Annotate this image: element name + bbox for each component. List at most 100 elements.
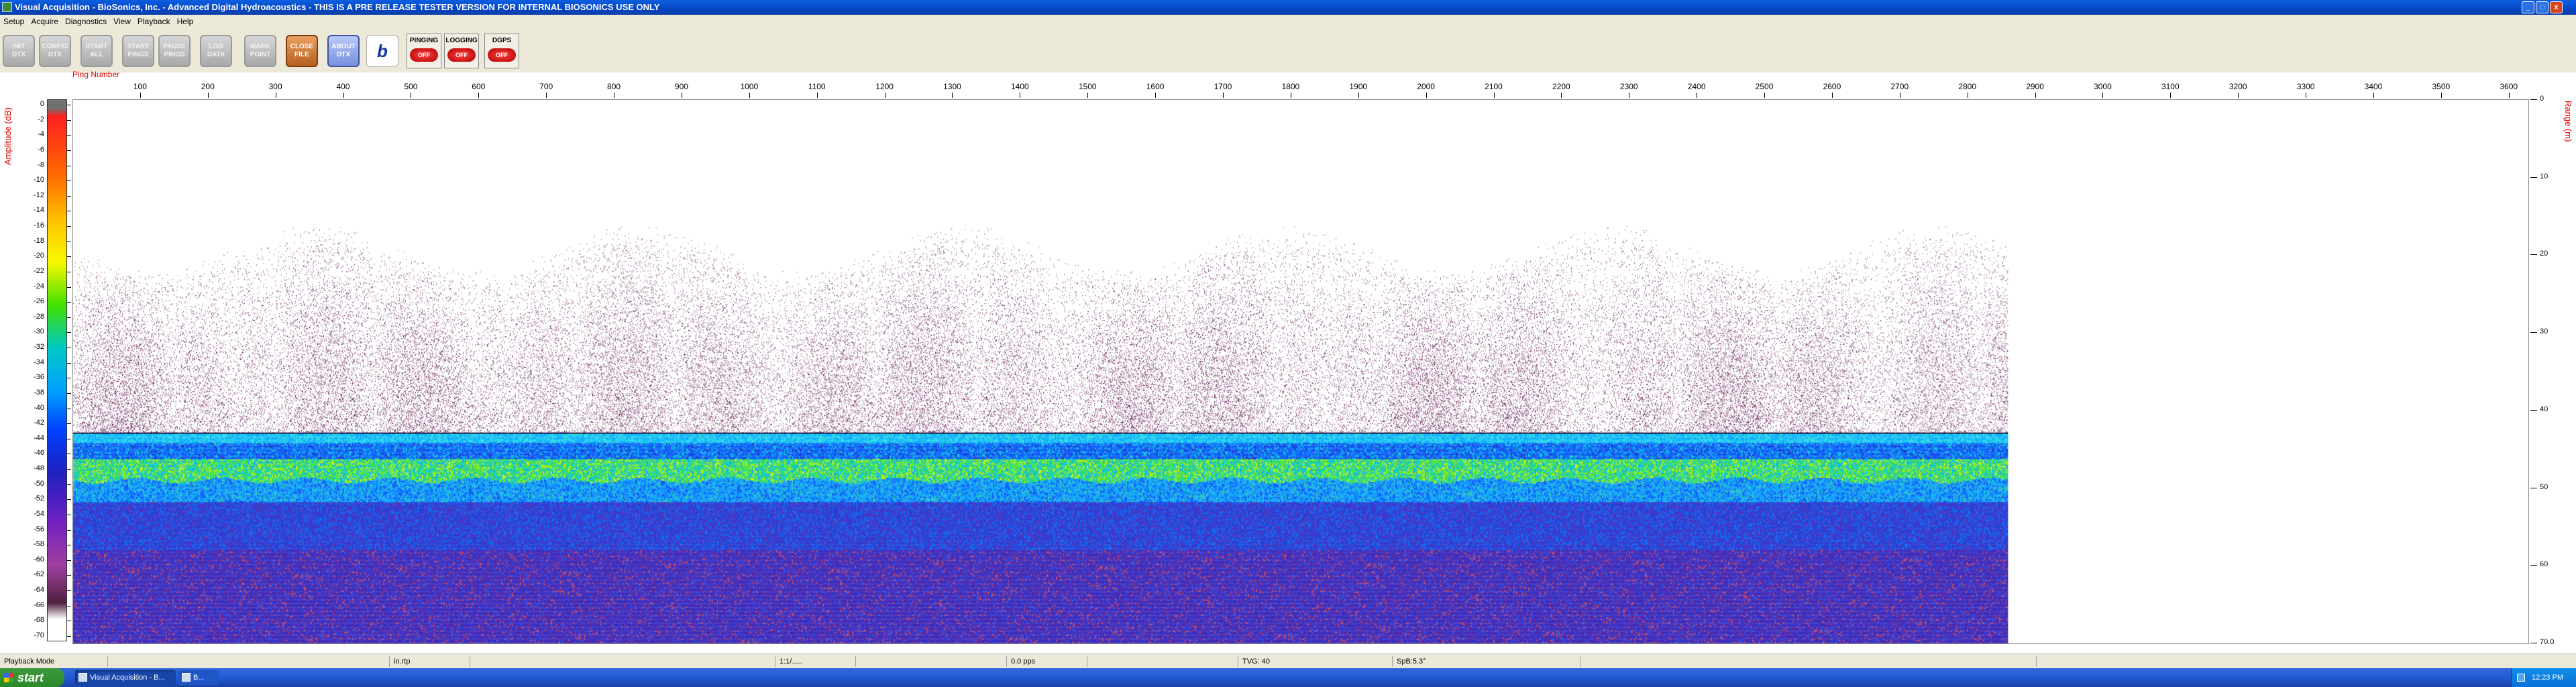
start-label: start [17, 671, 44, 684]
colorbar-tick-label: -62 [34, 570, 44, 579]
status-panel-6 [855, 656, 1006, 667]
x-tick-label: 3000 [2094, 82, 2112, 91]
range-tick-label: 10 [2540, 172, 2548, 180]
status-panel-8 [1087, 656, 1238, 667]
x-tick-mark [2102, 93, 2104, 98]
x-tick-label: 3600 [2500, 82, 2518, 91]
minimize-button[interactable]: _ [2522, 1, 2534, 13]
taskbar: start Visual Acquisition - B... B... 12:… [0, 668, 2576, 687]
status-spb: SpB:5.3° [1392, 656, 1580, 667]
logging-indicator: LOGGING OFF [444, 34, 479, 68]
range-tick-mark [2530, 99, 2537, 100]
colorbar-tick-mark [67, 484, 71, 485]
menu-help[interactable]: Help [174, 15, 197, 28]
maximize-button[interactable]: □ [2536, 1, 2548, 13]
x-tick-mark [207, 93, 209, 98]
menu-diagnostics[interactable]: Diagnostics [62, 15, 110, 28]
system-tray: 12:23 PM [2511, 668, 2576, 687]
range-tick-label: 60 [2540, 560, 2548, 569]
log-data-button[interactable]: LOG DATA [200, 35, 232, 67]
start-button[interactable]: start [0, 668, 64, 687]
colorbar-tick-mark [67, 317, 71, 318]
menu-view[interactable]: View [110, 15, 134, 28]
colorbar-tick-label: -46 [34, 449, 44, 458]
colorbar-tick-label: -26 [34, 297, 44, 306]
colorbar-tick-mark [67, 560, 71, 561]
task-label: Visual Acquisition - B... [90, 674, 165, 682]
x-tick-mark [1222, 93, 1224, 98]
menu-bar: Setup Acquire Diagnostics View Playback Help [0, 15, 2576, 28]
colorbar-tick-mark [67, 180, 71, 182]
title-bar[interactable]: Visual Acquisition - BioSonics, Inc. - A… [0, 0, 2576, 15]
clock: 12:23 PM [2532, 674, 2564, 682]
mark-point-button[interactable]: MARK POINT [244, 35, 276, 67]
x-tick-label: 900 [674, 82, 688, 91]
colorbar-tick-label: -44 [34, 433, 44, 442]
colorbar-tick-label: -42 [34, 419, 44, 427]
close-file-button[interactable]: CLOSE FILE [286, 35, 318, 67]
colorbar-tick-label: -52 [34, 494, 44, 503]
pause-pings-button[interactable]: PAUSE PINGS [158, 35, 191, 67]
echogram[interactable] [72, 99, 2529, 644]
x-tick-label: 100 [133, 82, 147, 91]
x-tick-mark [546, 93, 547, 98]
x-tick-label: 1900 [1349, 82, 1368, 91]
x-tick-label: 1000 [740, 82, 759, 91]
colorbar-tick-label: -32 [34, 343, 44, 352]
start-all-button[interactable]: START ALL [80, 35, 113, 67]
x-tick-label: 300 [268, 82, 282, 91]
range-tick-label: 40 [2540, 405, 2548, 413]
x-tick-mark [2440, 93, 2442, 98]
x-tick-label: 700 [539, 82, 553, 91]
task-second[interactable]: B... [178, 670, 219, 685]
windows-flag-icon [4, 673, 13, 682]
x-tick-label: 2800 [1958, 82, 1977, 91]
x-tick-label: 2000 [1417, 82, 1435, 91]
menu-setup[interactable]: Setup [0, 15, 28, 28]
x-tick-mark [343, 93, 344, 98]
x-tick-label: 2600 [1823, 82, 1841, 91]
menu-acquire[interactable]: Acquire [28, 15, 62, 28]
status-tvg: TVG: 40 [1238, 656, 1392, 667]
x-tick-mark [1358, 93, 1359, 98]
x-tick-mark [478, 93, 480, 98]
dgps-state: OFF [488, 48, 516, 62]
x-tick-mark [1831, 93, 1833, 98]
x-tick-mark [2238, 93, 2239, 98]
about-dtx-button[interactable]: ABOUT DTX [327, 35, 360, 67]
init-dtx-button[interactable]: INIT DTX [3, 35, 35, 67]
colorbar-tick-mark [67, 195, 71, 197]
x-tick-label: 600 [472, 82, 486, 91]
start-pings-button[interactable]: START PINGS [122, 35, 154, 67]
x-tick-mark [2373, 93, 2374, 98]
status-panel-11 [1580, 656, 2036, 667]
config-dtx-button[interactable]: CONFIG DTX [39, 35, 71, 67]
x-tick-label: 1100 [808, 82, 826, 91]
x-tick-mark [2508, 93, 2510, 98]
status-file: in.rtp [389, 656, 470, 667]
colorbar-tick-mark [67, 286, 71, 288]
x-tick-label: 800 [607, 82, 621, 91]
x-tick-label: 2700 [1890, 82, 1909, 91]
biosonics-logo-icon: b [366, 35, 398, 67]
colorbar-tick-mark [67, 256, 71, 258]
status-panel-4 [470, 656, 775, 667]
x-tick-label: 3500 [2432, 82, 2451, 91]
x-tick-label: 500 [404, 82, 418, 91]
range-tick-label: 20 [2540, 250, 2548, 258]
menu-playback[interactable]: Playback [134, 15, 174, 28]
task-visual-acquisition[interactable]: Visual Acquisition - B... [75, 670, 176, 685]
colorbar-tick-label: -30 [34, 327, 44, 336]
x-tick-label: 1800 [1281, 82, 1300, 91]
colorbar-tick-label: -8 [38, 160, 44, 169]
close-button[interactable]: x [2550, 1, 2563, 13]
range-tick-label: 70.0 [2540, 638, 2555, 646]
status-ping-rate: 0.0 pps [1006, 656, 1087, 667]
x-tick-label: 2400 [1687, 82, 1706, 91]
colorbar-tick-label: -70 [34, 631, 44, 639]
colorbar-tick-label: -20 [34, 252, 44, 260]
window-title: Visual Acquisition - BioSonics, Inc. - A… [15, 2, 660, 12]
colorbar-tick-label: -48 [34, 464, 44, 473]
x-tick-label: 200 [201, 82, 215, 91]
tray-network-icon[interactable] [2517, 674, 2525, 682]
